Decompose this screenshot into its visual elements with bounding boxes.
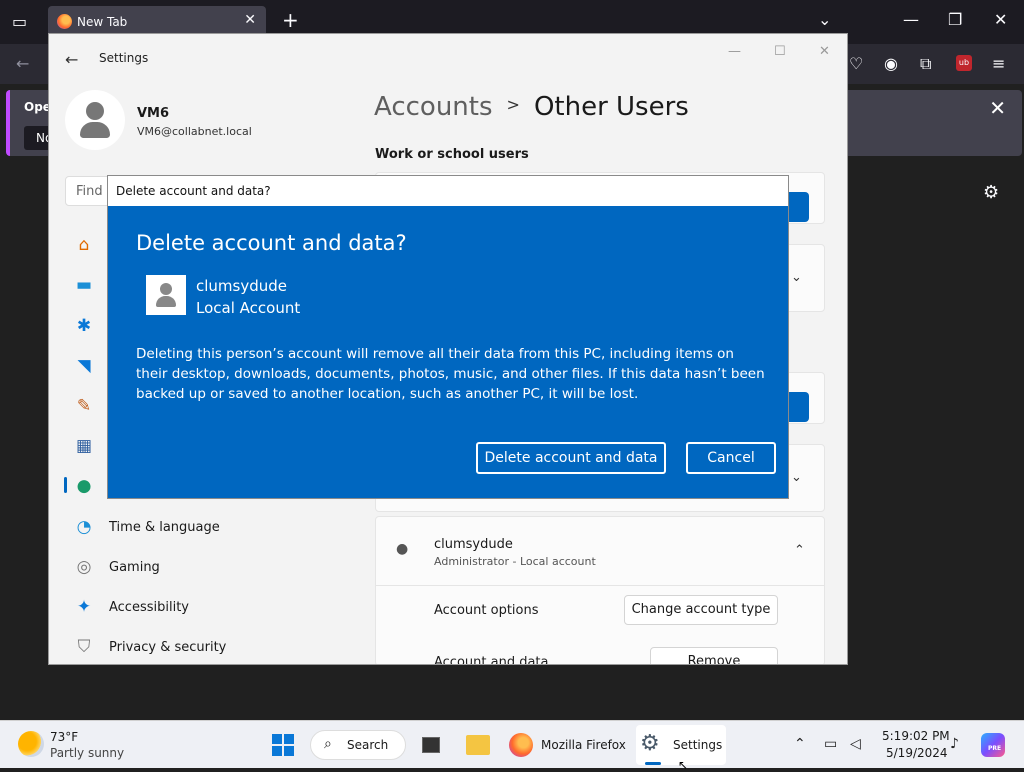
sidebar-item-accessibility[interactable]: Accessibility <box>109 600 189 615</box>
chevron-down-icon[interactable]: ⌄ <box>818 12 831 28</box>
dialog-user-name: clumsydude <box>196 277 288 295</box>
dialog-message: Deleting this person’s account will remo… <box>136 346 765 402</box>
shield-icon: ⛉ <box>77 637 91 657</box>
remove-button[interactable]: Remove <box>650 647 778 664</box>
pocket-icon[interactable]: ♡ <box>849 56 863 72</box>
maximize-icon[interactable]: ❐ <box>948 12 962 28</box>
cancel-button[interactable]: Cancel <box>686 442 776 474</box>
copilot-icon[interactable]: PRE <box>981 733 1005 757</box>
taskbar-firefox-label[interactable]: Mozilla Firefox <box>541 738 626 752</box>
close-tab-icon[interactable]: ✕ <box>244 12 256 28</box>
mouse-cursor-icon: ↖ <box>678 758 689 772</box>
dialog-heading: Delete account and data? <box>136 231 407 255</box>
home-icon[interactable]: ⌂ <box>73 234 95 256</box>
breadcrumb-parent[interactable]: Accounts <box>374 92 493 122</box>
extensions-icon[interactable]: ⧉ <box>920 56 931 72</box>
maximize-icon[interactable]: ☐ <box>774 44 786 59</box>
nav-selection-indicator <box>64 477 67 493</box>
copilot-badge: PRE <box>988 745 1002 752</box>
clock-date[interactable]: 5/19/2024 <box>886 746 948 760</box>
delete-account-dialog: Delete account and data? Delete account … <box>107 175 789 499</box>
new-tab-icon[interactable]: + <box>282 10 299 30</box>
dialog-titlebar[interactable]: Delete account and data? <box>108 176 788 206</box>
network-icon[interactable]: ▭ <box>824 736 837 752</box>
back-arrow-icon[interactable]: ← <box>16 56 29 72</box>
account-data-label: Account and data <box>434 655 549 665</box>
sidebar-item-privacy-security[interactable]: Privacy & security <box>109 640 226 655</box>
active-app-indicator <box>645 762 661 765</box>
start-button[interactable] <box>272 734 294 756</box>
gamepad-icon: ◎ <box>76 557 92 577</box>
clock-time[interactable]: 5:19:02 PM <box>882 729 950 743</box>
dialog-account-type: Local Account <box>196 299 301 317</box>
user-name: VM6 <box>137 106 170 121</box>
sidebar-item-gaming[interactable]: Gaming <box>109 560 160 575</box>
tab-overview-icon[interactable]: ▭ <box>12 14 27 30</box>
personalization-icon[interactable]: ✎ <box>73 395 95 417</box>
volume-muted-icon[interactable]: ◁ <box>850 736 861 752</box>
taskbar-search[interactable]: ⌕ Search <box>310 730 406 760</box>
search-label: Search <box>347 738 389 752</box>
chevron-up-icon[interactable]: ⌃ <box>794 736 806 752</box>
avatar <box>65 90 125 150</box>
weather-temperature[interactable]: 73°F <box>50 730 78 744</box>
file-explorer-icon[interactable] <box>466 735 490 755</box>
weather-icon[interactable] <box>18 731 44 757</box>
close-window-icon[interactable]: ✕ <box>994 12 1007 28</box>
ublock-icon[interactable]: ub <box>956 55 972 71</box>
dialog-window-title: Delete account and data? <box>116 184 271 198</box>
search-icon: ⌕ <box>324 736 332 752</box>
change-account-type-button[interactable]: Change account type <box>624 595 778 625</box>
person-icon: ● <box>396 541 409 557</box>
user-email: VM6@collabnet.local <box>137 125 252 138</box>
account-icon[interactable]: ◉ <box>884 56 898 72</box>
close-window-icon[interactable]: ✕ <box>819 44 830 59</box>
notification-bell-icon[interactable]: ♪ <box>950 736 959 752</box>
bluetooth-icon[interactable]: ✱ <box>73 315 95 337</box>
delete-account-button[interactable]: Delete account and data <box>476 442 666 474</box>
globe-clock-icon: ◔ <box>76 517 92 537</box>
minimize-icon[interactable]: — <box>728 44 741 59</box>
taskbar-settings-label: Settings <box>673 738 723 752</box>
user-card-name: clumsydude <box>434 537 513 552</box>
task-view-icon[interactable] <box>422 737 440 753</box>
page-title: Other Users <box>533 92 689 122</box>
avatar <box>146 275 186 315</box>
account-options-label: Account options <box>434 603 539 618</box>
accounts-icon[interactable]: ● <box>73 475 95 497</box>
user-card: ● clumsydude Administrator - Local accou… <box>375 516 825 665</box>
chevron-down-icon[interactable]: ⌄ <box>791 470 802 485</box>
accessibility-icon: ✦ <box>76 597 92 617</box>
chevron-up-icon[interactable]: ⌃ <box>794 543 805 558</box>
apps-icon[interactable]: ▦ <box>73 435 95 457</box>
menu-icon[interactable]: ≡ <box>992 56 1005 72</box>
gear-icon: ⚙ <box>640 731 660 756</box>
sidebar-item-time-language[interactable]: Time & language <box>109 520 220 535</box>
weather-condition[interactable]: Partly sunny <box>50 746 124 760</box>
breadcrumb: Accounts > Other Users <box>374 92 689 122</box>
chevron-right-icon: > <box>506 95 520 114</box>
wifi-icon[interactable]: ◥ <box>73 355 95 377</box>
firefox-icon <box>57 14 72 29</box>
minimize-icon[interactable]: — <box>903 12 919 28</box>
taskbar: 73°F Partly sunny ⌕ Search Mozilla Firef… <box>0 720 1024 768</box>
system-icon[interactable]: ▬ <box>73 274 95 296</box>
firefox-icon[interactable] <box>509 733 533 757</box>
chevron-down-icon[interactable]: ⌄ <box>791 270 802 285</box>
back-arrow-icon[interactable]: ← <box>65 50 78 69</box>
gear-icon[interactable]: ⚙ <box>983 182 999 203</box>
section-label: Work or school users <box>375 147 529 162</box>
close-notification-icon[interactable]: ✕ <box>989 96 1006 120</box>
user-card-subtitle: Administrator - Local account <box>434 555 596 568</box>
firefox-tab-title: New Tab <box>77 15 128 29</box>
divider <box>376 585 824 586</box>
app-title: Settings <box>99 51 149 65</box>
